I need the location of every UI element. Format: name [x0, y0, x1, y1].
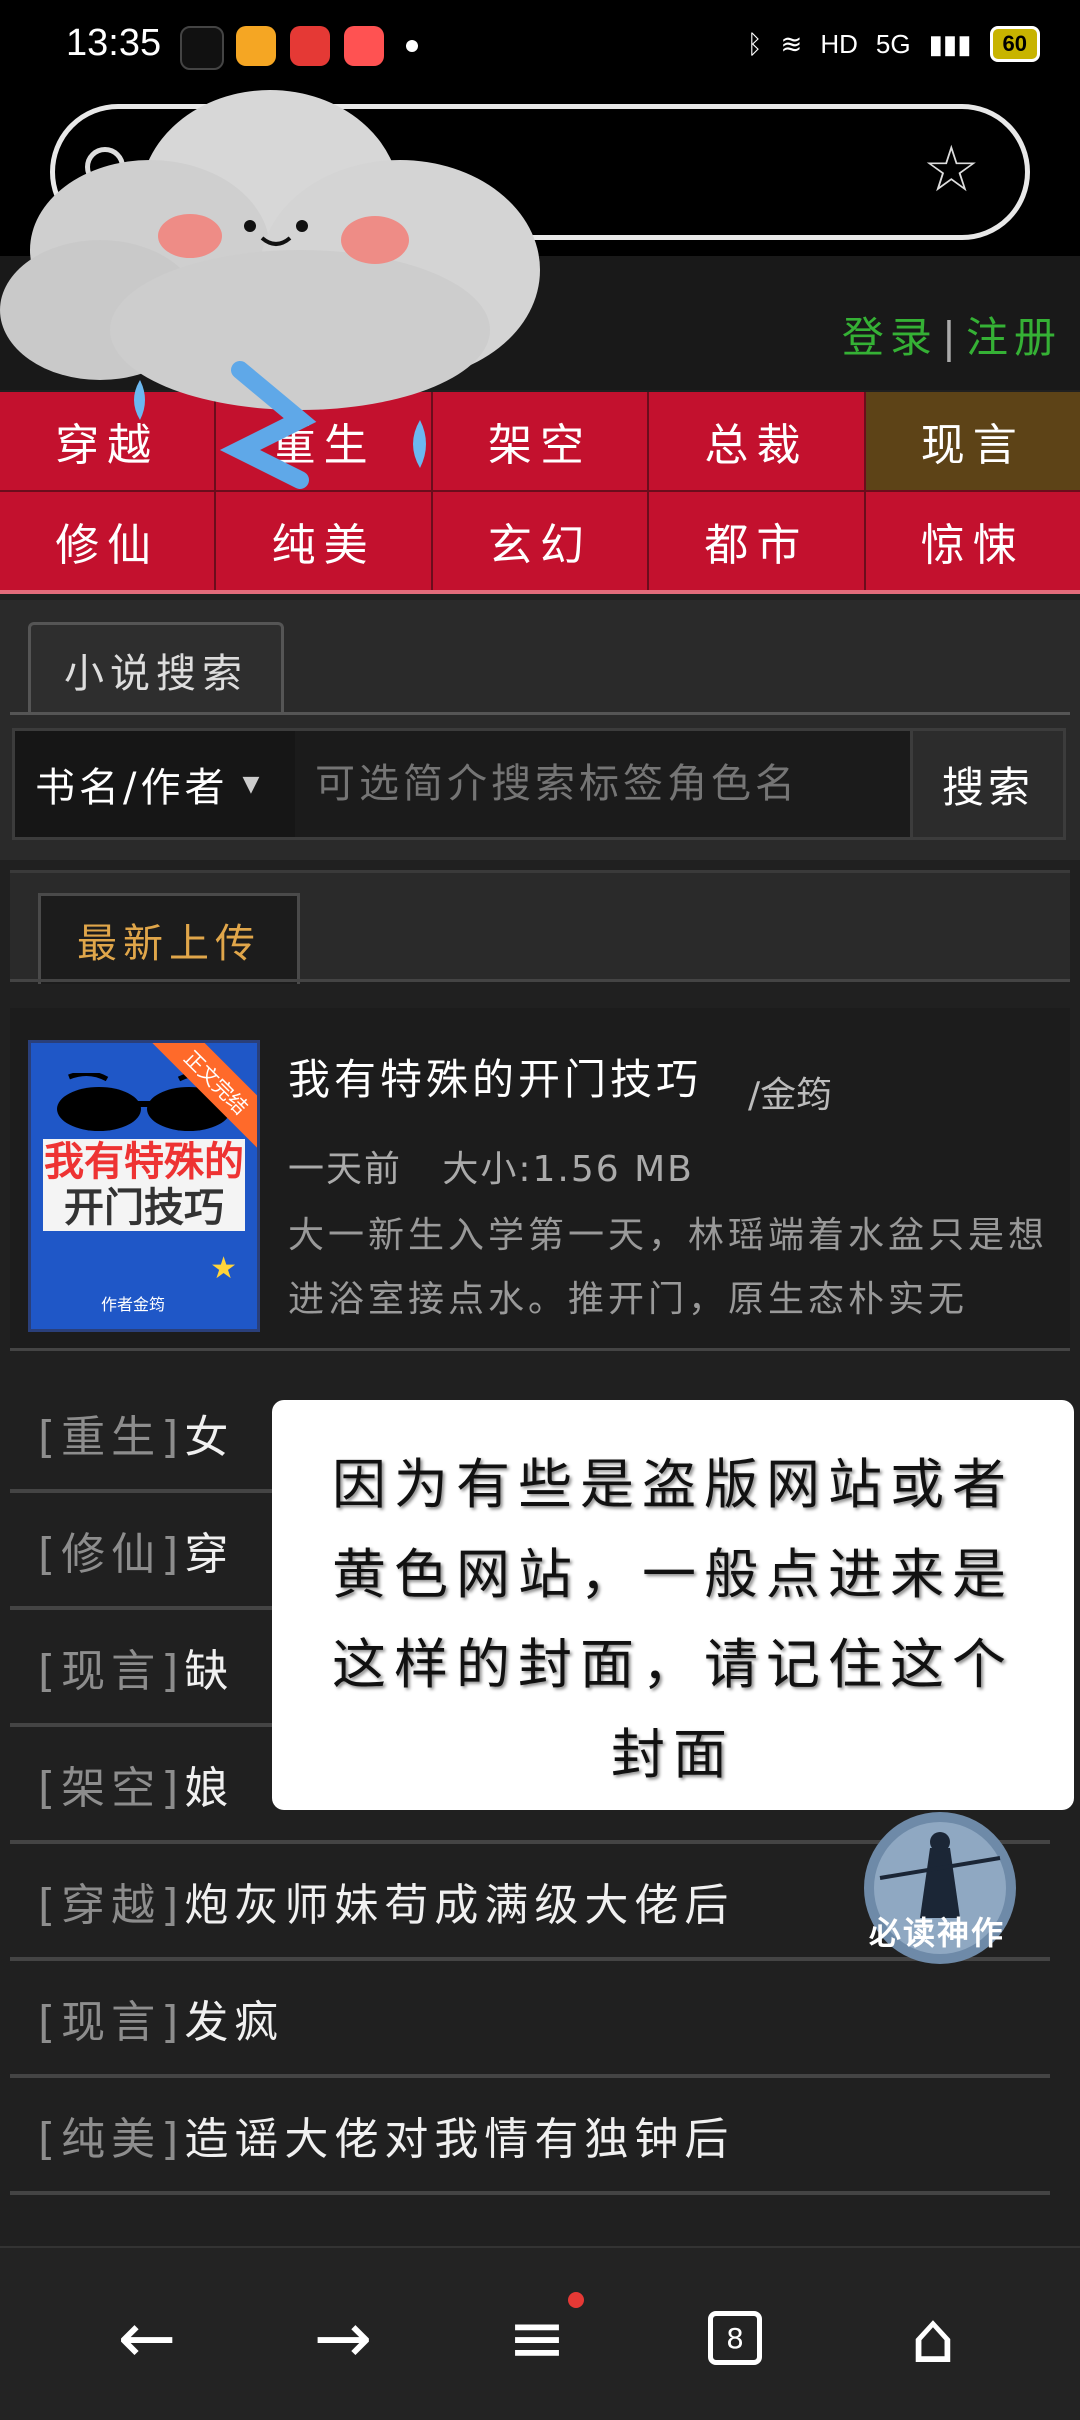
notification-dot-icon [406, 40, 418, 52]
search-input[interactable] [295, 731, 915, 837]
category-item[interactable]: 重生 [216, 392, 431, 490]
book-title[interactable]: 穿 [184, 1518, 234, 1582]
genre-tag: [架空] [38, 1762, 185, 1814]
book-title[interactable]: 女 [184, 1401, 234, 1465]
book-meta: 一天前 大小:1.56 MB [288, 1140, 694, 1192]
book-description: 大一新生入学第一天，林瑶端着水盆只是想进浴室接点水。推开门，原生态朴实无 [288, 1215, 1049, 1320]
bookmark-star-icon[interactable]: ☆ [923, 133, 980, 207]
category-item[interactable]: 修仙 [0, 492, 215, 590]
address-bar[interactable]: 网 ☆ [50, 104, 1030, 240]
search-button[interactable]: 搜索 [910, 731, 1063, 837]
back-arrow-icon[interactable]: ← [102, 2297, 192, 2379]
book-title[interactable]: 炮灰师妹苟成满级大佬后 [184, 1869, 734, 1933]
category-item[interactable]: 惊悚 [865, 492, 1080, 590]
tab-novel-search[interactable]: 小说搜索 [28, 622, 284, 715]
category-item[interactable]: 玄幻 [432, 492, 648, 590]
category-nav: 穿越 重生 架空 总裁 现言 修仙 纯美 玄幻 都市 惊悚 [0, 392, 1080, 594]
book-title[interactable]: 我有特殊的开门技巧 [288, 1046, 702, 1107]
search-form: 书名/作者 ▼ 搜索 [12, 728, 1066, 840]
category-item[interactable]: 都市 [649, 492, 864, 590]
book-cover[interactable]: 正文完结 我有特殊的 开门技巧 作者金筠 ★ [28, 1040, 260, 1332]
wifi-icon: ≋ [780, 28, 803, 59]
upload-time: 一天前 [288, 1149, 403, 1190]
list-item[interactable]: [纯美] 造谣大佬对我情有独钟后 [10, 2078, 1050, 2195]
home-icon[interactable]: ⌂ [888, 2297, 978, 2379]
battery-icon: 60 [989, 26, 1040, 62]
search-type-select[interactable]: 书名/作者 ▼ [15, 731, 295, 837]
category-item[interactable]: 纯美 [216, 492, 431, 590]
search-panel: 小说搜索 书名/作者 ▼ 搜索 [0, 600, 1080, 860]
category-item[interactable]: 穿越 [0, 392, 215, 490]
book-title[interactable]: 娘 [184, 1752, 234, 1816]
chevron-down-icon: ▼ [242, 771, 264, 797]
list-item[interactable]: [现言] 发疯 [10, 1961, 1050, 2078]
genre-tag: [修仙] [38, 1528, 185, 1580]
book-author[interactable]: /金筠 [748, 1066, 832, 1118]
category-item[interactable]: 架空 [432, 392, 648, 490]
genre-tag: [重生] [38, 1411, 185, 1463]
signal-icon: 5G [875, 28, 911, 59]
register-link[interactable]: 注册 [966, 313, 1062, 362]
file-size: 大小:1.56 MB [442, 1149, 694, 1190]
cover-title: 我有特殊的 开门技巧 [43, 1139, 245, 1231]
menu-icon[interactable]: ≡ [492, 2297, 582, 2379]
cover-title-line2: 开门技巧 [64, 1184, 224, 1231]
search-icon [85, 147, 125, 187]
site-header: 登录|注册 [0, 256, 1080, 390]
hd-icon: HD [820, 28, 858, 59]
tab-latest-uploads[interactable]: 最新上传 [38, 893, 300, 984]
auth-separator: | [941, 313, 962, 362]
tabs-button[interactable]: 8 [690, 2298, 780, 2378]
genre-tag: [现言] [38, 1996, 185, 2048]
cover-author: 作者金筠 [101, 1295, 166, 1314]
signal-icon-2: ▮▮▮ [928, 28, 972, 59]
cover-title-line1: 我有特殊的 [44, 1138, 244, 1185]
book-title[interactable]: 造谣大佬对我情有独钟后 [184, 2103, 734, 2167]
genre-tag: [穿越] [38, 1879, 185, 1931]
divider [10, 979, 1070, 982]
book-title[interactable]: 缺 [184, 1635, 234, 1699]
category-item[interactable]: 总裁 [649, 392, 864, 490]
bluetooth-icon: ᛒ [746, 28, 763, 59]
divider [10, 712, 1070, 715]
book-title[interactable]: 发疯 [184, 1986, 284, 2050]
genre-tag: [纯美] [38, 2113, 185, 2165]
forward-arrow-icon[interactable]: → [298, 2297, 388, 2379]
auth-links: 登录|注册 [842, 304, 1062, 365]
bottom-nav: ← → ≡ 8 ⌂ [0, 2246, 1080, 2420]
address-bar-area: 网 ☆ [0, 96, 1080, 256]
status-time: 13:35 [66, 22, 162, 64]
status-bar: 13:35 ᛒ ≋ HD 5G ▮▮▮ 60 [0, 0, 1080, 96]
menu-notification-dot [568, 2292, 584, 2308]
tiktok-icon [180, 26, 224, 70]
search-type-label: 书名/作者 [35, 765, 229, 811]
genre-tag: [现言] [38, 1645, 185, 1697]
tabs-count: 8 [708, 2311, 762, 2365]
category-item-active[interactable]: 现言 [865, 392, 1080, 490]
star-icon: ★ [210, 1251, 237, 1286]
weibo-icon [236, 26, 276, 66]
status-icons: ᛒ ≋ HD 5G ▮▮▮ 60 [747, 26, 1040, 62]
annotation-overlay: 因为有些是盗版网站或者黄色网站，一般点进来是这样的封面，请记住这个封面 [272, 1400, 1074, 1810]
app-icon [290, 26, 330, 66]
featured-book[interactable]: 正文完结 我有特殊的 开门技巧 作者金筠 ★ 我有特殊的开门技巧 /金筠 一天前… [10, 1008, 1070, 1351]
watermark-text: 必读神作 [868, 1914, 1005, 1952]
app-icon-2 [344, 26, 384, 66]
latest-uploads-header: 最新上传 [10, 870, 1070, 984]
login-link[interactable]: 登录 [842, 313, 938, 362]
address-text: 网 [285, 158, 324, 202]
